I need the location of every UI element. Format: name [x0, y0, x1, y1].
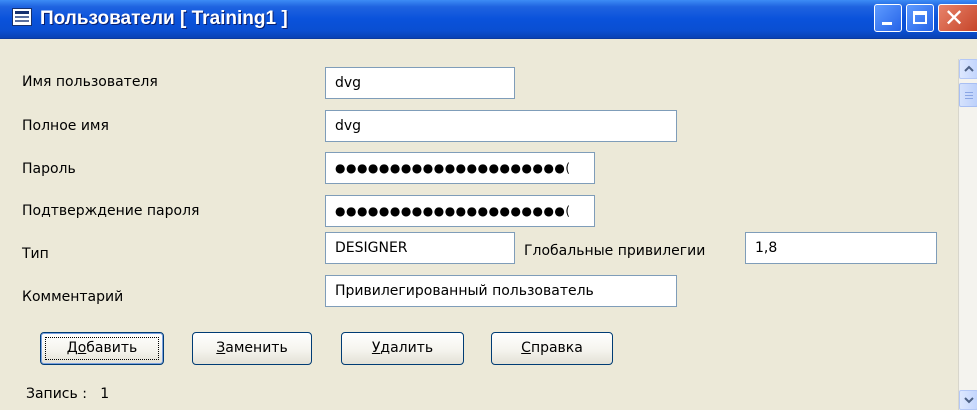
scroll-down-button[interactable] — [959, 390, 977, 410]
add-button[interactable]: Добавить — [40, 332, 164, 365]
vertical-scrollbar[interactable] — [958, 59, 977, 410]
minimize-icon — [882, 22, 892, 25]
global-privileges-field[interactable]: 1,8 — [745, 232, 937, 264]
comment-field[interactable]: Привилегированный пользователь — [325, 275, 677, 307]
fullname-label: Полное имя — [22, 118, 109, 134]
title-bar[interactable]: Пользователи [ Training1 ] ✕ — [0, 0, 977, 39]
confirm-password-field[interactable]: ●●●●●●●●●●●●●●●●●●●●●( — [325, 195, 595, 227]
username-label: Имя пользователя — [22, 74, 158, 90]
type-label: Тип — [22, 246, 49, 262]
scroll-thumb[interactable] — [959, 83, 977, 107]
comment-label: Комментарий — [22, 289, 124, 305]
help-button[interactable]: Справка — [491, 332, 613, 365]
scroll-up-button[interactable] — [959, 59, 977, 79]
users-window: Пользователи [ Training1 ] ✕ Имя пользов… — [0, 0, 977, 410]
record-number: 1 — [100, 386, 110, 402]
delete-button-label: Удалить — [371, 340, 434, 356]
focus-outline — [45, 337, 159, 360]
help-button-label: Справка — [521, 340, 583, 356]
delete-button[interactable]: Удалить — [341, 332, 464, 365]
maximize-icon — [913, 11, 927, 24]
type-field[interactable]: DESIGNER — [325, 232, 515, 264]
global-privileges-label: Глобальные привилегии — [524, 243, 706, 259]
password-field[interactable]: ●●●●●●●●●●●●●●●●●●●●●( — [325, 152, 595, 184]
username-field[interactable]: dvg — [325, 67, 515, 99]
chevron-down-icon — [964, 397, 974, 404]
replace-button[interactable]: Заменить — [192, 332, 312, 365]
window-title: Пользователи [ Training1 ] — [40, 8, 288, 29]
close-button[interactable]: ✕ — [938, 4, 977, 32]
close-icon: ✕ — [944, 4, 965, 32]
confirm-password-label: Подтверждение пароля — [22, 203, 200, 219]
maximize-button[interactable] — [906, 4, 934, 32]
fullname-field[interactable]: dvg — [325, 110, 677, 142]
record-label: Запись : — [26, 386, 87, 402]
minimize-button[interactable] — [874, 4, 902, 32]
record-status: Запись : 1 — [26, 386, 109, 402]
password-label: Пароль — [22, 161, 76, 177]
window-app-icon[interactable] — [12, 8, 32, 26]
chevron-up-icon — [964, 65, 974, 72]
replace-button-label: Заменить — [216, 340, 288, 356]
